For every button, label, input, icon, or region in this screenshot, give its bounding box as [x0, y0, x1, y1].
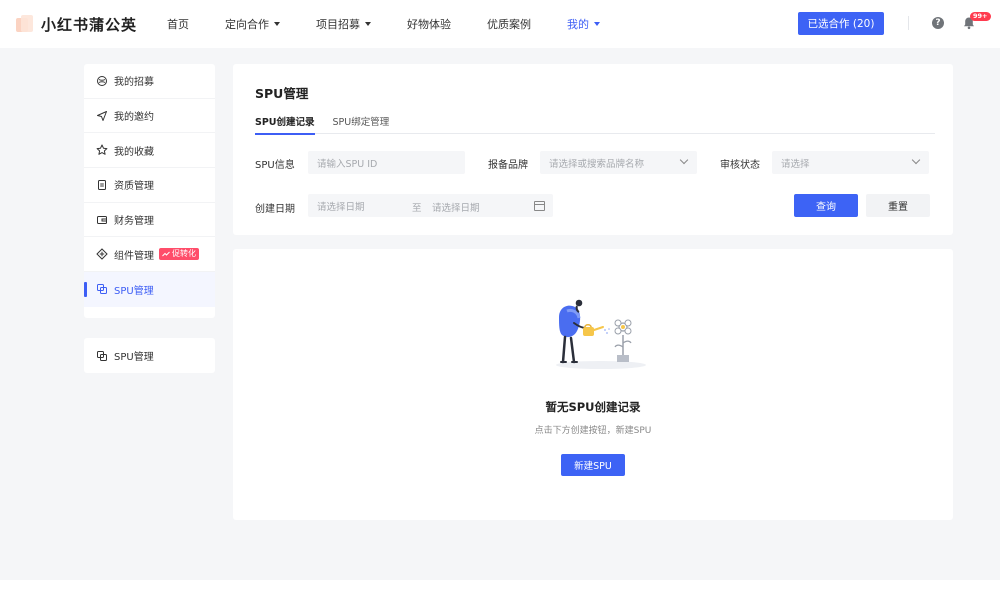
sidebar-item-finance[interactable]: 财务管理	[84, 203, 215, 238]
logo-mark-icon	[16, 15, 34, 33]
nav-item-directed-cooperation[interactable]: 定向合作	[225, 0, 281, 48]
date-range-picker[interactable]: 请选择日期	[308, 194, 553, 217]
sidebar-item-label: 财务管理	[114, 216, 154, 228]
spu-id-input[interactable]: 请输入SPU ID	[308, 151, 465, 174]
nav-item-label: 定向合作	[225, 18, 270, 31]
sidebar-item-my-recruit[interactable]: 我的招募	[84, 64, 215, 99]
star-icon	[96, 144, 108, 156]
filter-panel: SPU管理 SPU创建记录 SPU绑定管理 SPU信息 请输入SPU ID 报备…	[233, 64, 953, 235]
spu-id-placeholder: 请输入SPU ID	[317, 158, 378, 170]
sidebar-item-label: 我的收藏	[114, 146, 154, 158]
date-end-placeholder[interactable]: 请选择日期	[432, 200, 480, 214]
tab-spu-create-records[interactable]: SPU创建记录	[255, 108, 315, 135]
nav-item-label: 首页	[167, 18, 190, 31]
new-spu-button[interactable]: 新建SPU	[561, 454, 625, 476]
sidebar: 我的招募 我的邀约 我的收藏 资质管理 财务管理 组件管理 促转化 SPU管理	[84, 64, 215, 318]
chevron-down-icon	[911, 155, 921, 165]
caret-down-icon	[594, 22, 601, 26]
nav-item-label: 我的	[567, 18, 590, 31]
brand-label: 报备品牌	[488, 160, 528, 171]
empty-state-panel: 暂无SPU创建记录 点击下方创建按钮，新建SPU 新建SPU	[233, 249, 953, 520]
document-icon	[96, 179, 108, 191]
sidebar-item-spu[interactable]: SPU管理	[84, 272, 215, 307]
trend-up-icon	[162, 251, 170, 257]
spu-icon	[96, 283, 108, 295]
help-icon[interactable]: ?	[932, 17, 944, 29]
tab-bar: SPU创建记录 SPU绑定管理	[255, 108, 935, 135]
nav-item-mine[interactable]: 我的	[567, 0, 601, 48]
brand-placeholder: 请选择或搜索品牌名称	[549, 158, 645, 170]
component-icon	[96, 248, 108, 260]
brand-select[interactable]: 请选择或搜索品牌名称	[540, 151, 697, 174]
sidebar-item-label: 我的邀约	[114, 112, 154, 124]
nav-item-label: 优质案例	[487, 18, 532, 31]
nav-item-home[interactable]: 首页	[167, 0, 189, 48]
main-nav: 首页 定向合作 项目招募 好物体验 优质案例 我的	[167, 0, 636, 48]
divider	[908, 16, 909, 30]
spu-icon	[96, 350, 108, 362]
sidebar-item-my-invitation[interactable]: 我的邀约	[84, 99, 215, 134]
tab-spu-binding-management[interactable]: SPU绑定管理	[333, 108, 390, 134]
empty-state-illustration	[556, 299, 646, 369]
sidebar-item-label: 组件管理	[114, 250, 154, 262]
spu-info-label: SPU信息	[255, 160, 295, 171]
sidebar-item-spu-secondary[interactable]: SPU管理	[84, 338, 215, 373]
top-navigation-bar: 小红书蒲公英 首页 定向合作 项目招募 好物体验 优质案例 我的 已选合作 (2…	[0, 0, 1000, 48]
promo-tag-label: 促转化	[172, 249, 196, 259]
send-icon	[96, 110, 108, 122]
selected-cooperation-button[interactable]: 已选合作 (20)	[798, 12, 884, 35]
nav-item-product-trial[interactable]: 好物体验	[407, 0, 451, 48]
review-status-select[interactable]: 请选择	[772, 151, 929, 174]
promo-tag: 促转化	[159, 248, 199, 261]
date-start-placeholder[interactable]: 请选择日期	[317, 199, 365, 213]
sidebar-secondary: SPU管理	[84, 338, 215, 373]
sidebar-item-label: 资质管理	[114, 181, 154, 193]
date-range-separator: 至	[412, 203, 422, 214]
empty-state-subtitle: 点击下方创建按钮，新建SPU	[534, 426, 652, 436]
reset-button[interactable]: 重置	[866, 194, 930, 217]
caret-down-icon	[365, 22, 372, 26]
calendar-icon	[534, 201, 545, 211]
empty-state-title: 暂无SPU创建记录	[545, 400, 641, 414]
nav-item-label: 好物体验	[407, 18, 452, 31]
wallet-icon	[96, 214, 108, 226]
query-button[interactable]: 查询	[794, 194, 858, 217]
sidebar-item-my-favorites[interactable]: 我的收藏	[84, 133, 215, 169]
chevron-down-icon	[679, 155, 689, 165]
notification-badge: 99+	[970, 12, 991, 21]
review-status-placeholder: 请选择	[781, 158, 810, 170]
caret-down-icon	[274, 22, 281, 26]
nav-item-project-recruit[interactable]: 项目招募	[316, 0, 372, 48]
logo-text: 小红书蒲公英	[41, 15, 138, 34]
sidebar-item-label: SPU管理	[114, 285, 154, 297]
create-date-label: 创建日期	[255, 204, 295, 215]
sidebar-item-label: 我的招募	[114, 77, 154, 89]
recruit-icon	[96, 75, 108, 87]
sidebar-item-qualification[interactable]: 资质管理	[84, 168, 215, 203]
sidebar-item-components[interactable]: 组件管理 促转化	[84, 237, 215, 273]
nav-item-label: 项目招募	[316, 18, 361, 31]
logo[interactable]: 小红书蒲公英	[16, 14, 137, 35]
page-title: SPU管理	[255, 86, 309, 101]
nav-item-cases[interactable]: 优质案例	[487, 0, 531, 48]
sidebar-item-label: SPU管理	[114, 352, 154, 363]
review-status-label: 审核状态	[720, 160, 760, 171]
